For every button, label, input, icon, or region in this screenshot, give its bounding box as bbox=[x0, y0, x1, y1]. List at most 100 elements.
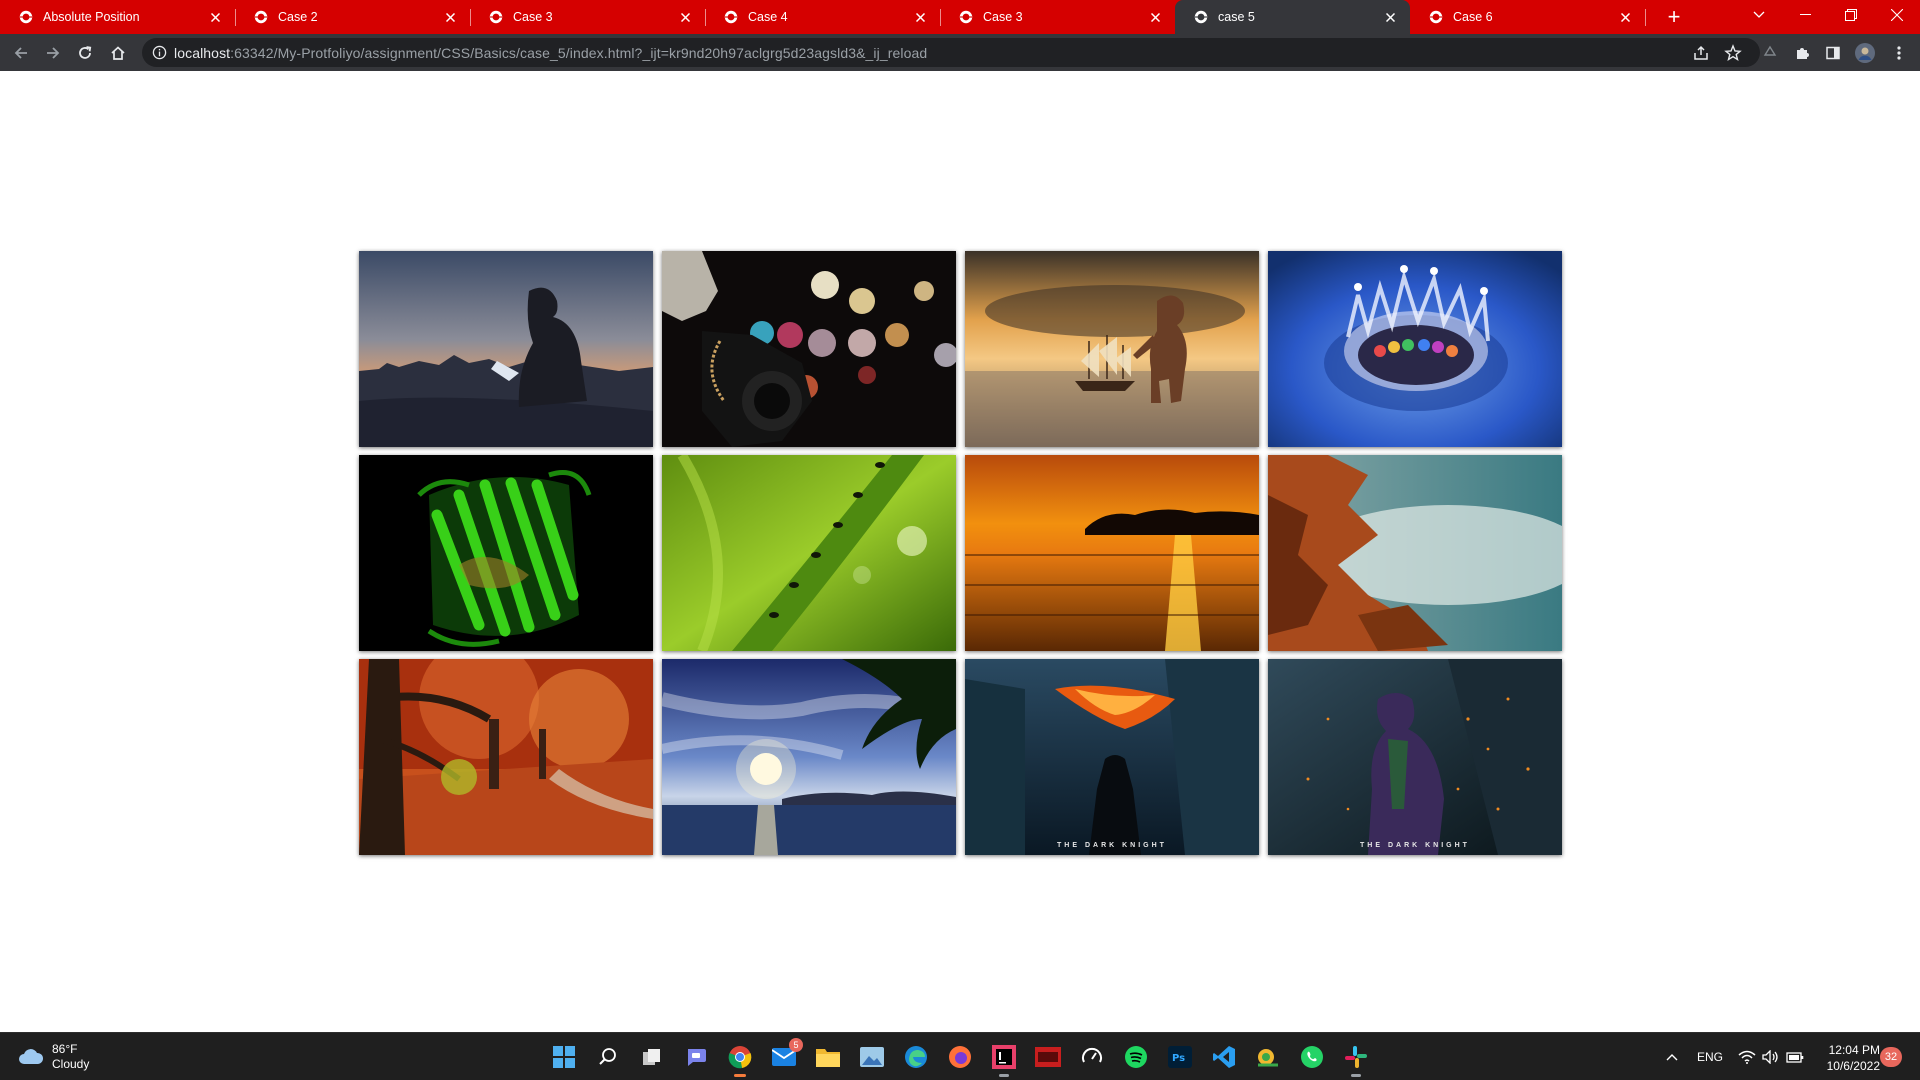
weather-temp: 86°F bbox=[52, 1042, 78, 1056]
image-gallery: THE DARK KNIGHT THE DARK KNIGHT bbox=[359, 251, 1562, 855]
close-window-button[interactable] bbox=[1874, 0, 1920, 30]
intellij-app[interactable] bbox=[988, 1041, 1020, 1077]
restore-button[interactable] bbox=[1828, 0, 1874, 30]
gallery-photo-green-protein bbox=[359, 455, 653, 651]
weather-widget[interactable]: 86°F Cloudy bbox=[18, 1042, 89, 1072]
gallery-photo-laptop-man bbox=[359, 251, 653, 447]
address-bar[interactable]: localhost:63342/My-Protfoliyo/assignment… bbox=[142, 38, 1760, 67]
wifi-icon[interactable] bbox=[1738, 1033, 1756, 1080]
edge-app[interactable] bbox=[900, 1041, 932, 1073]
system-clock[interactable]: 12:04 PM 10/6/2022 bbox=[1812, 1042, 1880, 1074]
close-icon bbox=[1620, 12, 1630, 22]
close-icon bbox=[915, 12, 925, 22]
tab-close-button[interactable] bbox=[1380, 7, 1400, 27]
spotify-icon bbox=[1125, 1046, 1147, 1068]
language-indicator[interactable]: ENG bbox=[1697, 1033, 1723, 1080]
close-icon bbox=[1385, 12, 1395, 22]
tab-close-button[interactable] bbox=[205, 7, 225, 27]
side-panel-icon[interactable] bbox=[1823, 43, 1843, 63]
globe-icon bbox=[1194, 10, 1208, 24]
close-icon bbox=[445, 12, 455, 22]
slack-icon bbox=[1345, 1046, 1367, 1068]
tab-title: Case 6 bbox=[1453, 10, 1493, 24]
tab-strip: + Absolute Position Case 2 Case 3 Case 4 Cas… bbox=[0, 0, 1920, 34]
search-icon bbox=[599, 1048, 616, 1065]
vscode-icon bbox=[1213, 1046, 1235, 1068]
tab-close-button[interactable] bbox=[440, 7, 460, 27]
gallery-photo-batman-poster: THE DARK KNIGHT bbox=[965, 659, 1259, 855]
home-button[interactable] bbox=[104, 39, 132, 67]
extensions-puzzle-icon[interactable] bbox=[1792, 43, 1812, 63]
teams-chat-button[interactable] bbox=[680, 1041, 712, 1073]
start-button[interactable] bbox=[548, 1041, 580, 1073]
back-button[interactable] bbox=[7, 39, 35, 67]
minimize-button[interactable] bbox=[1782, 0, 1828, 30]
browser-tab[interactable]: Case 4 bbox=[705, 0, 941, 34]
speedtest-app[interactable] bbox=[1076, 1041, 1108, 1073]
database-tool-icon bbox=[1035, 1047, 1061, 1067]
close-icon bbox=[680, 12, 690, 22]
tab-close-button[interactable] bbox=[1145, 7, 1165, 27]
firefox-icon bbox=[949, 1046, 971, 1068]
tray-overflow-button[interactable] bbox=[1666, 1033, 1678, 1080]
home-icon bbox=[111, 46, 125, 60]
gallery-photo-sea-palm bbox=[662, 659, 956, 855]
speedometer-icon bbox=[1082, 1047, 1102, 1063]
mail-app[interactable]: 5 bbox=[768, 1038, 803, 1073]
slack-app[interactable] bbox=[1340, 1041, 1372, 1077]
folder-icon bbox=[816, 1049, 840, 1067]
task-view-icon bbox=[643, 1049, 660, 1065]
chevron-up-icon bbox=[1666, 1054, 1678, 1061]
arrow-left-icon bbox=[14, 47, 27, 59]
svg-text:Ps: Ps bbox=[1172, 1053, 1185, 1064]
task-view-button[interactable] bbox=[636, 1041, 668, 1073]
search-button[interactable] bbox=[592, 1041, 624, 1073]
reload-icon bbox=[79, 46, 92, 59]
tab-search-button[interactable] bbox=[1736, 0, 1782, 30]
globe-icon bbox=[959, 10, 973, 24]
info-icon[interactable] bbox=[152, 45, 167, 60]
notification-badge[interactable]: 32 bbox=[1880, 1047, 1902, 1067]
edge-icon bbox=[905, 1046, 927, 1068]
browser-tab[interactable]: Case 3 bbox=[940, 0, 1175, 34]
bookmark-star-icon[interactable] bbox=[1724, 44, 1742, 62]
browser-tab[interactable]: Absolute Position bbox=[0, 0, 236, 34]
whatsapp-app[interactable] bbox=[1296, 1041, 1328, 1073]
browser-menu-icon[interactable] bbox=[1889, 43, 1909, 63]
photos-app[interactable] bbox=[856, 1041, 888, 1073]
new-tab-button[interactable]: + bbox=[1660, 3, 1688, 31]
share-icon[interactable] bbox=[1692, 44, 1710, 62]
tab-close-button[interactable] bbox=[1615, 7, 1635, 27]
reload-button[interactable] bbox=[71, 39, 99, 67]
chrome-app[interactable] bbox=[724, 1041, 756, 1077]
tab-title: Case 3 bbox=[513, 10, 553, 24]
volume-icon[interactable] bbox=[1762, 1033, 1780, 1080]
close-icon bbox=[1150, 12, 1160, 22]
arrow-right-icon bbox=[47, 47, 60, 59]
close-icon bbox=[1891, 9, 1903, 21]
gallery-photo-ants-grass bbox=[662, 455, 956, 651]
forward-button[interactable] bbox=[39, 39, 67, 67]
minimize-icon bbox=[1799, 14, 1811, 15]
browser-tab[interactable]: case 5 bbox=[1175, 0, 1410, 34]
spotify-app[interactable] bbox=[1120, 1041, 1152, 1073]
chat-icon bbox=[688, 1049, 706, 1066]
browser-tab[interactable]: Case 2 bbox=[235, 0, 471, 34]
tab-close-button[interactable] bbox=[910, 7, 930, 27]
vscode-app[interactable] bbox=[1208, 1041, 1240, 1073]
db-tool-app[interactable] bbox=[1032, 1041, 1064, 1073]
snail-app[interactable] bbox=[1252, 1041, 1284, 1073]
browser-tab[interactable]: Case 6 bbox=[1410, 0, 1646, 34]
gallery-photo-camera-bokeh bbox=[662, 251, 956, 447]
photoshop-app[interactable]: Ps bbox=[1164, 1041, 1196, 1073]
tab-close-button[interactable] bbox=[675, 7, 695, 27]
firefox-app[interactable] bbox=[944, 1041, 976, 1073]
globe-icon bbox=[724, 10, 738, 24]
file-explorer-app[interactable] bbox=[812, 1041, 844, 1073]
profile-avatar[interactable] bbox=[1855, 43, 1875, 63]
extension-recycle-icon[interactable] bbox=[1760, 43, 1780, 63]
clock-date: 10/6/2022 bbox=[1826, 1059, 1880, 1073]
browser-tab[interactable]: Case 3 bbox=[470, 0, 706, 34]
chevron-down-icon bbox=[1753, 11, 1765, 18]
battery-icon[interactable] bbox=[1786, 1033, 1804, 1080]
